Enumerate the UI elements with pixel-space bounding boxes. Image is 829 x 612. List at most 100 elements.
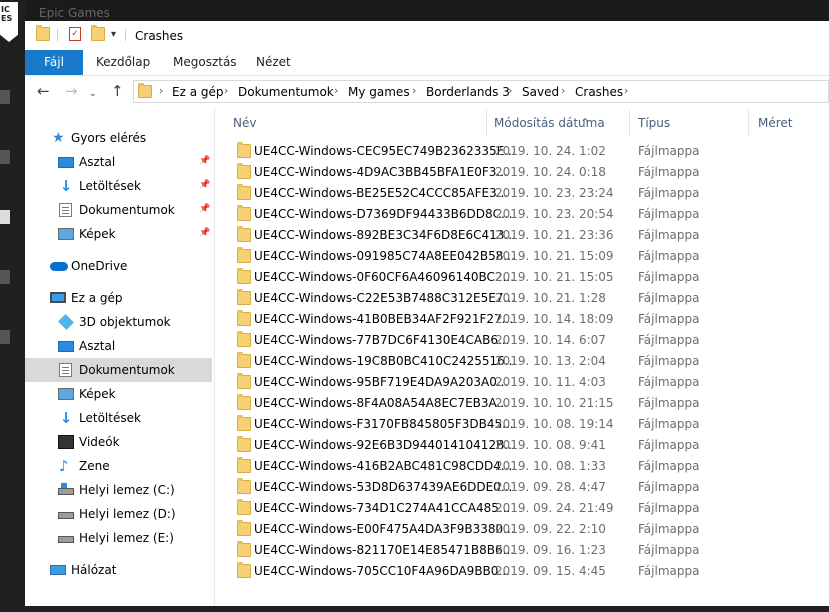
column-header-name[interactable]: Név [233, 116, 256, 130]
table-row[interactable]: UE4CC-Windows-D7369DF94433B6DD8C... 2019.… [215, 204, 829, 225]
customize-quick-access-icon[interactable]: ▾ [111, 29, 116, 40]
column-header-date[interactable]: Módosítás dátuma [494, 116, 605, 130]
table-row[interactable]: UE4CC-Windows-892BE3C34F6D8E6C413... 2019… [215, 225, 829, 246]
tab-home[interactable]: Kezdőlap [96, 50, 150, 75]
properties-icon[interactable]: ✓ [69, 27, 81, 41]
nav-this-pc[interactable]: Ez a gép [25, 286, 212, 310]
file-date: 2019. 09. 15. 4:45 [495, 564, 606, 578]
nav-item-desktop[interactable]: Asztal 📌 [25, 150, 212, 174]
pictures-icon [58, 228, 74, 240]
new-folder-icon[interactable] [91, 25, 105, 41]
breadcrumb-chevron-icon[interactable]: › [334, 84, 338, 97]
breadcrumb-borderlands-3[interactable]: Borderlands 3 [426, 85, 510, 99]
breadcrumb-my-games[interactable]: My games [348, 85, 410, 99]
forward-arrow-icon[interactable]: → [65, 83, 78, 99]
store-tag-icon[interactable] [0, 150, 10, 164]
tab-file[interactable]: Fájl [25, 50, 83, 75]
table-row[interactable]: UE4CC-Windows-53D8D637439AE6DDE0... 2019.… [215, 477, 829, 498]
nav-item-documents[interactable]: Dokumentumok 📌 [25, 198, 212, 222]
table-row[interactable]: UE4CC-Windows-0F60CF6A46096140BC2... 2019… [215, 267, 829, 288]
nav-label: Dokumentumok [79, 363, 175, 377]
breadcrumb-chevron-icon[interactable]: › [508, 84, 512, 97]
breadcrumb-chevron-icon[interactable]: › [624, 84, 628, 97]
column-divider[interactable] [486, 110, 487, 136]
table-row[interactable]: UE4CC-Windows-705CC10F4A96DA9BB0... 2019.… [215, 561, 829, 582]
pin-icon[interactable]: 📌 [199, 228, 210, 238]
nav-item-music[interactable]: ♪ Zene [25, 454, 212, 478]
nav-quick-access[interactable]: ★ Gyors elérés [25, 126, 212, 150]
table-row[interactable]: UE4CC-Windows-091985C74A8EE042B58... 2019… [215, 246, 829, 267]
tab-share[interactable]: Megosztás [173, 50, 237, 75]
back-arrow-icon[interactable]: ← [37, 83, 50, 99]
drive-icon [58, 512, 74, 519]
table-row[interactable]: UE4CC-Windows-BE25E52C4CCC85AFE3... 2019.… [215, 183, 829, 204]
breadcrumb-this-pc[interactable]: Ez a gép [172, 85, 223, 99]
pin-icon[interactable]: 📌 [199, 180, 210, 190]
folder-icon[interactable] [36, 25, 50, 41]
table-row[interactable]: UE4CC-Windows-92E6B3D94401410412B... 2019… [215, 435, 829, 456]
nav-item-pictures[interactable]: Képek 📌 [25, 222, 212, 246]
table-row[interactable]: UE4CC-Windows-19C8B0BC410C2425516... 2019… [215, 351, 829, 372]
nav-item-drive-e[interactable]: Helyi lemez (E:) [25, 526, 212, 550]
breadcrumb-chevron-icon[interactable]: › [561, 84, 565, 97]
nav-item-3d-objects[interactable]: 3D objektumok [25, 310, 212, 334]
breadcrumb-chevron-icon[interactable]: › [224, 84, 228, 97]
nav-label: Helyi lemez (D:) [79, 507, 176, 521]
quick-access-separator [57, 29, 58, 41]
unreal-engine-icon[interactable] [0, 330, 10, 344]
table-row[interactable]: UE4CC-Windows-F3170FB845805F3DB45... 2019… [215, 414, 829, 435]
pin-icon[interactable]: 📌 [199, 204, 210, 214]
table-row[interactable]: UE4CC-Windows-821170E14E85471B8B6... 2019… [215, 540, 829, 561]
home-icon[interactable] [0, 90, 10, 104]
table-row[interactable]: UE4CC-Windows-E00F475A4DA3F9B3380... 2019… [215, 519, 829, 540]
table-row[interactable]: UE4CC-Windows-41B0BEB34AF2F921F27... 2019… [215, 309, 829, 330]
nav-item-downloads[interactable]: ↓ Letöltések 📌 [25, 174, 212, 198]
table-row[interactable]: UE4CC-Windows-4D9AC3BB45BFA1E0F3... 2019.… [215, 162, 829, 183]
file-date: 2019. 10. 08. 19:14 [495, 417, 614, 431]
nav-item-videos[interactable]: Videók [25, 430, 212, 454]
table-row[interactable]: UE4CC-Windows-CEC95EC749B2362335E... 2019… [215, 141, 829, 162]
nav-onedrive[interactable]: OneDrive [25, 254, 212, 278]
nav-item-drive-d[interactable]: Helyi lemez (D:) [25, 502, 212, 526]
column-header-size[interactable]: Méret [758, 116, 793, 130]
breadcrumb-crashes[interactable]: Crashes [575, 85, 623, 99]
nav-label: 3D objektumok [79, 315, 171, 329]
recent-locations-chevron-icon[interactable]: ⌄ [89, 86, 97, 102]
table-row[interactable]: UE4CC-Windows-416B2ABC481C98CDD4... 2019.… [215, 456, 829, 477]
folder-icon [237, 520, 251, 536]
file-date: 2019. 10. 24. 0:18 [495, 165, 606, 179]
breadcrumb-chevron-icon[interactable]: › [159, 84, 163, 97]
nav-item-downloads-pc[interactable]: ↓ Letöltések [25, 406, 212, 430]
column-divider[interactable] [748, 110, 749, 136]
column-divider[interactable] [629, 110, 630, 136]
background-window-title: Epic Games [39, 6, 110, 20]
table-row[interactable]: UE4CC-Windows-734D1C274A41CCA485... 2019.… [215, 498, 829, 519]
table-row[interactable]: UE4CC-Windows-8F4A08A54A8EC7EB3A... 2019.… [215, 393, 829, 414]
table-row[interactable]: UE4CC-Windows-C22E53B7488C312E5E7... 2019… [215, 288, 829, 309]
nav-item-pictures-pc[interactable]: Képek [25, 382, 212, 406]
breadcrumb-documents[interactable]: Dokumentumok [238, 85, 334, 99]
nav-item-drive-c[interactable]: Helyi lemez (C:) [25, 478, 212, 502]
address-path-box[interactable]: › Ez a gép › Dokumentumok › My games › B… [133, 80, 829, 103]
breadcrumb-chevron-icon[interactable]: › [412, 84, 416, 97]
pin-icon[interactable]: 📌 [199, 156, 210, 166]
up-arrow-icon[interactable]: ↑ [111, 83, 124, 99]
tab-view[interactable]: Nézet [256, 50, 291, 75]
file-name: UE4CC-Windows-416B2ABC481C98CDD4... [254, 459, 513, 473]
nav-item-documents-pc[interactable]: Dokumentumok [25, 358, 212, 382]
library-grid-icon[interactable] [0, 210, 10, 224]
file-name: UE4CC-Windows-091985C74A8EE042B58... [254, 249, 515, 263]
table-row[interactable]: UE4CC-Windows-95BF719E4DA9A203A0... 2019.… [215, 372, 829, 393]
nav-network[interactable]: Hálózat [25, 558, 212, 582]
folder-icon [237, 352, 251, 368]
folder-icon [237, 205, 251, 221]
friends-icon[interactable] [0, 270, 10, 284]
file-name: UE4CC-Windows-19C8B0BC410C2425516... [254, 354, 517, 368]
table-row[interactable]: UE4CC-Windows-77B7DC6F4130E4CAB6... 2019.… [215, 330, 829, 351]
breadcrumb-saved[interactable]: Saved [522, 85, 559, 99]
epic-games-logo[interactable]: IC ES [0, 2, 18, 42]
nav-label: Helyi lemez (C:) [79, 483, 175, 497]
folder-icon [237, 310, 251, 326]
nav-item-desktop-pc[interactable]: Asztal [25, 334, 212, 358]
column-header-type[interactable]: Típus [638, 116, 670, 130]
